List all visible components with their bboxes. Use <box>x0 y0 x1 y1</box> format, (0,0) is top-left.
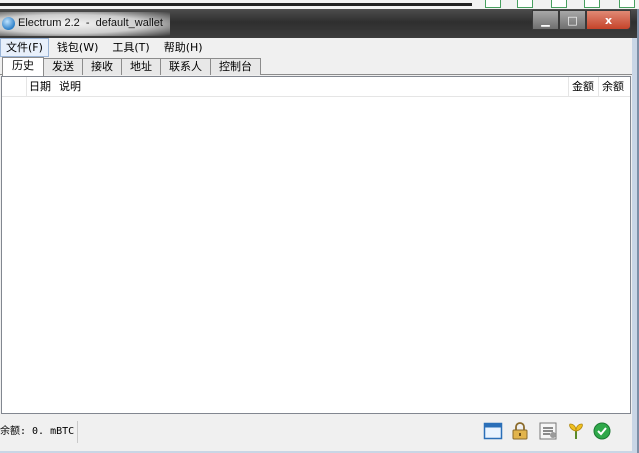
tab-contacts[interactable]: 联系人 <box>160 58 211 75</box>
tab-receive[interactable]: 接收 <box>82 58 122 75</box>
column-amount[interactable]: 金额 <box>569 77 597 96</box>
wallet-icon[interactable] <box>483 421 503 441</box>
balance-label: 余额: 0. mBTC <box>0 421 79 443</box>
electrum-app-icon[interactable] <box>2 17 15 30</box>
status-bar: 余额: 0. mBTC <box>0 415 632 449</box>
tab-send[interactable]: 发送 <box>43 58 83 75</box>
menu-tools[interactable]: 工具(T) <box>106 38 155 57</box>
background-divider <box>0 3 472 6</box>
tab-addresses[interactable]: 地址 <box>121 58 161 75</box>
tab-history[interactable]: 历史 <box>2 57 44 76</box>
background-icon <box>584 0 600 8</box>
background-icon <box>517 0 533 8</box>
window-title: Electrum 2.2 - default_wallet <box>18 17 163 29</box>
lock-icon[interactable] <box>510 421 530 441</box>
maximize-button[interactable]: □ <box>559 10 586 30</box>
background-icon <box>551 0 567 8</box>
close-button[interactable]: x <box>586 10 631 30</box>
tab-console[interactable]: 控制台 <box>210 58 261 75</box>
seed-icon[interactable] <box>566 421 586 441</box>
history-header: 日期 说明 金额 余额 <box>2 77 630 97</box>
network-status-icon[interactable] <box>592 421 612 441</box>
menu-bar: 文件(F) 钱包(W) 工具(T) 帮助(H) <box>0 38 632 57</box>
background-icon <box>619 0 635 8</box>
background-window-strip <box>0 0 639 9</box>
client-area: 文件(F) 钱包(W) 工具(T) 帮助(H) 历史 发送 接收 地址 联系人 … <box>0 38 632 451</box>
menu-wallet[interactable]: 钱包(W) <box>51 38 104 57</box>
tab-bar: 历史 发送 接收 地址 联系人 控制台 <box>0 57 632 76</box>
background-icon <box>485 0 501 8</box>
menu-file[interactable]: 文件(F) <box>0 38 49 57</box>
window-controls: ▁ □ x <box>532 10 631 30</box>
preferences-icon[interactable] <box>538 421 558 441</box>
column-balance[interactable]: 余额 <box>599 77 627 96</box>
title-bar[interactable]: Electrum 2.2 - default_wallet ▁ □ x <box>0 9 637 38</box>
column-description[interactable]: 说明 <box>56 77 84 96</box>
minimize-button[interactable]: ▁ <box>532 10 559 30</box>
column-date[interactable]: 日期 <box>26 77 54 96</box>
history-list[interactable]: 日期 说明 金额 余额 <box>1 76 631 414</box>
electrum-window: Electrum 2.2 - default_wallet ▁ □ x 文件(F… <box>0 9 639 453</box>
menu-help[interactable]: 帮助(H) <box>158 38 209 57</box>
